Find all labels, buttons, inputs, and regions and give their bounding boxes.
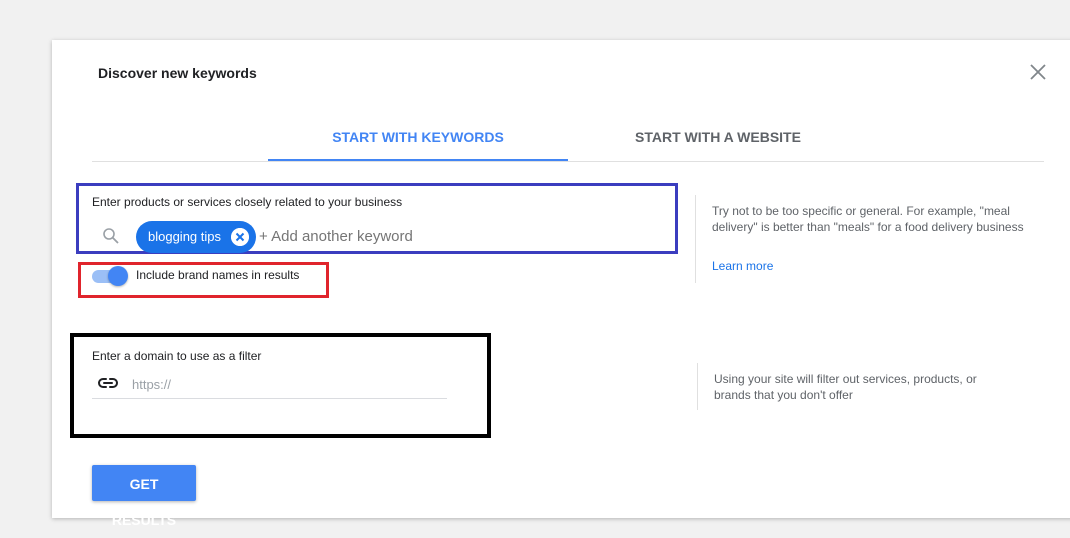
get-results-button[interactable]: GET RESULTS [92, 465, 196, 528]
brand-names-toggle[interactable] [90, 266, 130, 286]
tab-start-with-website[interactable]: START WITH A WEBSITE [568, 122, 868, 160]
domain-label: Enter a domain to use as a filter [92, 349, 262, 363]
toggle-knob [108, 266, 128, 286]
divider [695, 195, 696, 283]
domain-input[interactable] [132, 374, 444, 394]
divider [697, 363, 698, 410]
close-icon[interactable] [1028, 62, 1048, 82]
tab-start-with-keywords[interactable]: START WITH KEYWORDS [268, 122, 568, 161]
add-keyword-input[interactable] [259, 228, 539, 245]
search-icon [103, 228, 119, 244]
dialog-title: Discover new keywords [98, 65, 257, 81]
domain-underline [92, 398, 447, 399]
tab-bar: START WITH KEYWORDS START WITH A WEBSITE [92, 122, 1044, 162]
domain-hint: Using your site will filter out services… [714, 372, 977, 402]
keywords-hint: Try not to be too specific or general. F… [712, 204, 1024, 234]
link-icon [98, 378, 118, 388]
keywords-label: Enter products or services closely relat… [92, 195, 403, 209]
keyword-chip-label: blogging tips [148, 229, 221, 244]
remove-chip-icon[interactable] [231, 228, 249, 246]
keyword-chip[interactable]: blogging tips [136, 221, 256, 253]
discover-keywords-dialog: Discover new keywords START WITH KEYWORD… [52, 40, 1070, 528]
learn-more-link[interactable]: Learn more [712, 259, 773, 273]
brand-names-label: Include brand names in results [136, 268, 300, 282]
